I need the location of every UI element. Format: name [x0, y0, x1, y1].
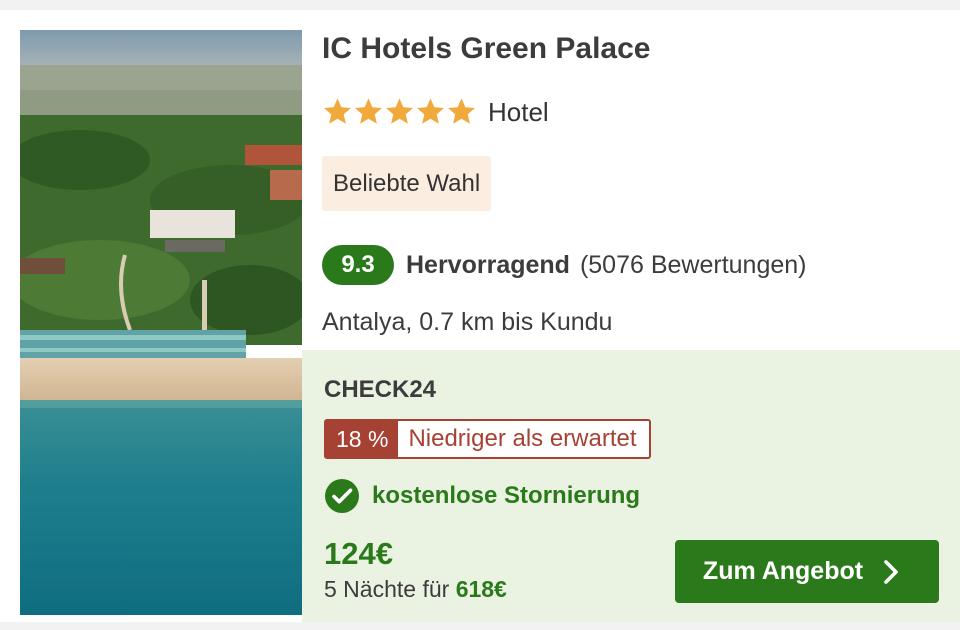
- chevron-right-icon: [884, 559, 898, 584]
- provider-name: CHECK24: [324, 376, 437, 403]
- aerial-resort-photo: [20, 30, 302, 615]
- hotel-photo[interactable]: [20, 30, 302, 615]
- view-offer-label: Zum Angebot: [702, 557, 864, 585]
- offer-panel: CHECK24 18 % Niedriger als erwartet kost…: [302, 350, 960, 622]
- view-offer-button[interactable]: Zum Angebot: [675, 540, 939, 603]
- deal-percent: 18 %: [326, 421, 399, 457]
- cancellation-text: kostenlose Stornierung: [372, 482, 641, 509]
- price-deal-badge: 18 % Niedriger als erwartet: [324, 419, 651, 459]
- check-circle-icon: [325, 479, 359, 513]
- hotel-type: Hotel: [488, 97, 549, 127]
- hotel-location: Antalya, 0.7 km bis Kundu: [322, 308, 613, 336]
- star-icon: [417, 97, 444, 124]
- star-icon: [448, 97, 475, 124]
- deal-text: Niedriger als erwartet: [408, 425, 637, 452]
- total-price: 618€: [455, 576, 507, 602]
- rating-row: 9.3 Hervorragend (5076 Bewertungen): [322, 243, 807, 287]
- star-icon: [386, 97, 413, 124]
- popular-choice-badge: Beliebte Wahl: [322, 156, 492, 211]
- review-count: (5076 Bewertungen): [579, 250, 807, 279]
- free-cancellation: kostenlose Stornierung: [324, 476, 640, 516]
- star-icon: [324, 97, 351, 124]
- nights-label: 5 Nächte für: [324, 576, 450, 602]
- hotel-card[interactable]: IC Hotels Green Palace Hotel Beliebte Wa…: [0, 10, 960, 622]
- price-per-night: 124€: [324, 536, 393, 571]
- rating-score-badge: 9.3: [322, 245, 394, 285]
- star-rating: [322, 94, 477, 128]
- total-price-line: 5 Nächte für 618€: [324, 576, 507, 603]
- star-icon: [355, 97, 382, 124]
- hotel-name[interactable]: IC Hotels Green Palace: [322, 32, 650, 66]
- rating-label: Hervorragend: [406, 250, 570, 279]
